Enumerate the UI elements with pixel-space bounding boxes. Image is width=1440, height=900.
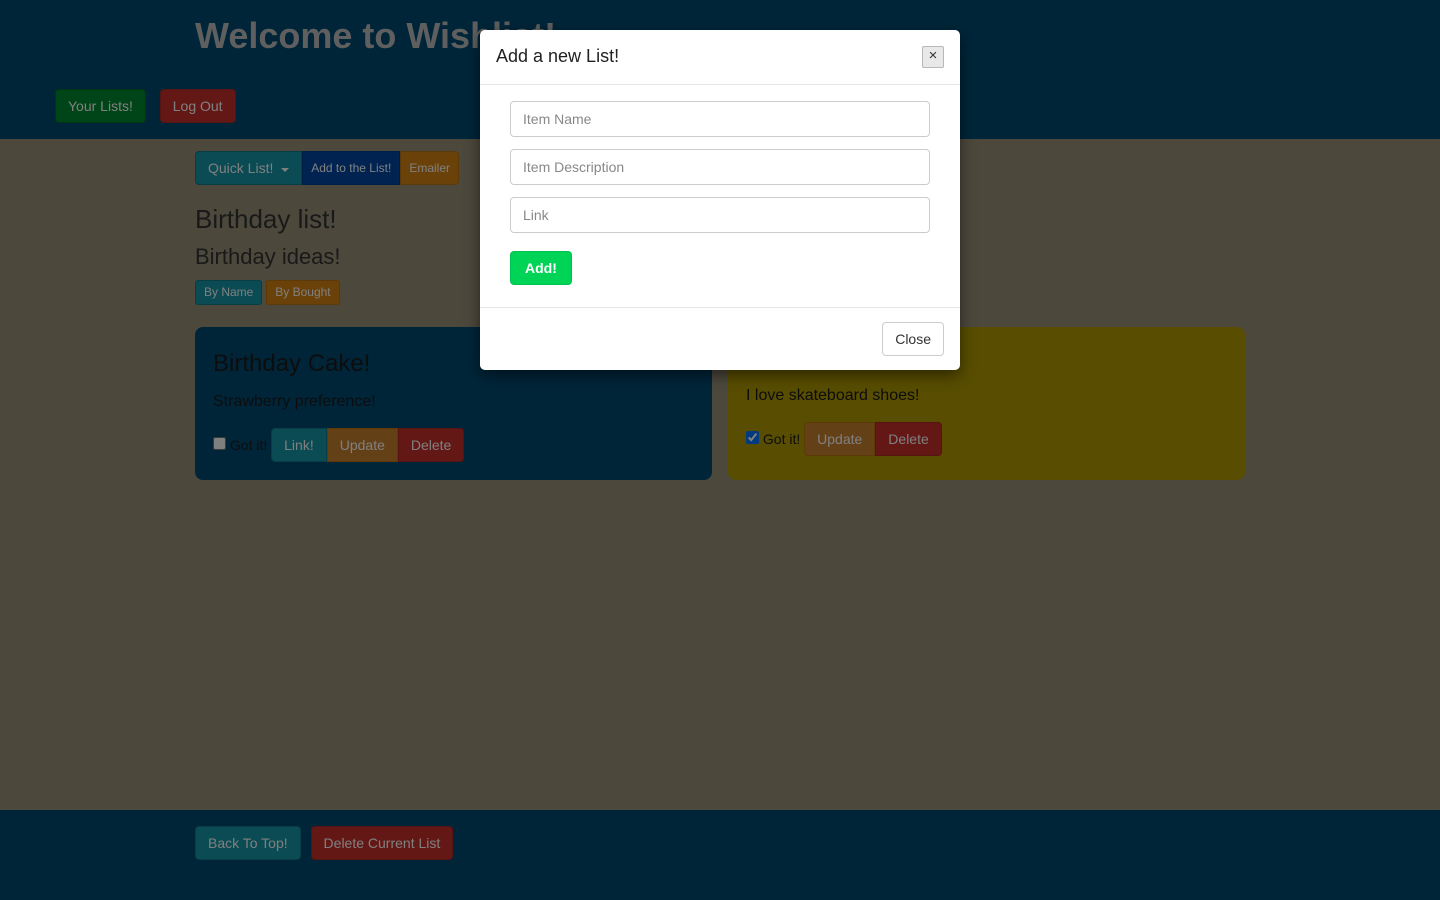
close-icon[interactable]: ×: [922, 46, 944, 68]
modal-header: Add a new List! ×: [480, 30, 960, 85]
add-button[interactable]: Add!: [510, 251, 572, 285]
modal-body: Add!: [480, 85, 960, 307]
close-button[interactable]: Close: [882, 322, 944, 356]
modal-footer: Close: [480, 307, 960, 370]
modal-title: Add a new List!: [496, 44, 619, 70]
item-description-input[interactable]: [510, 149, 930, 185]
add-item-modal: Add a new List! × Add! Close: [480, 30, 960, 370]
item-name-input[interactable]: [510, 101, 930, 137]
item-link-input[interactable]: [510, 197, 930, 233]
